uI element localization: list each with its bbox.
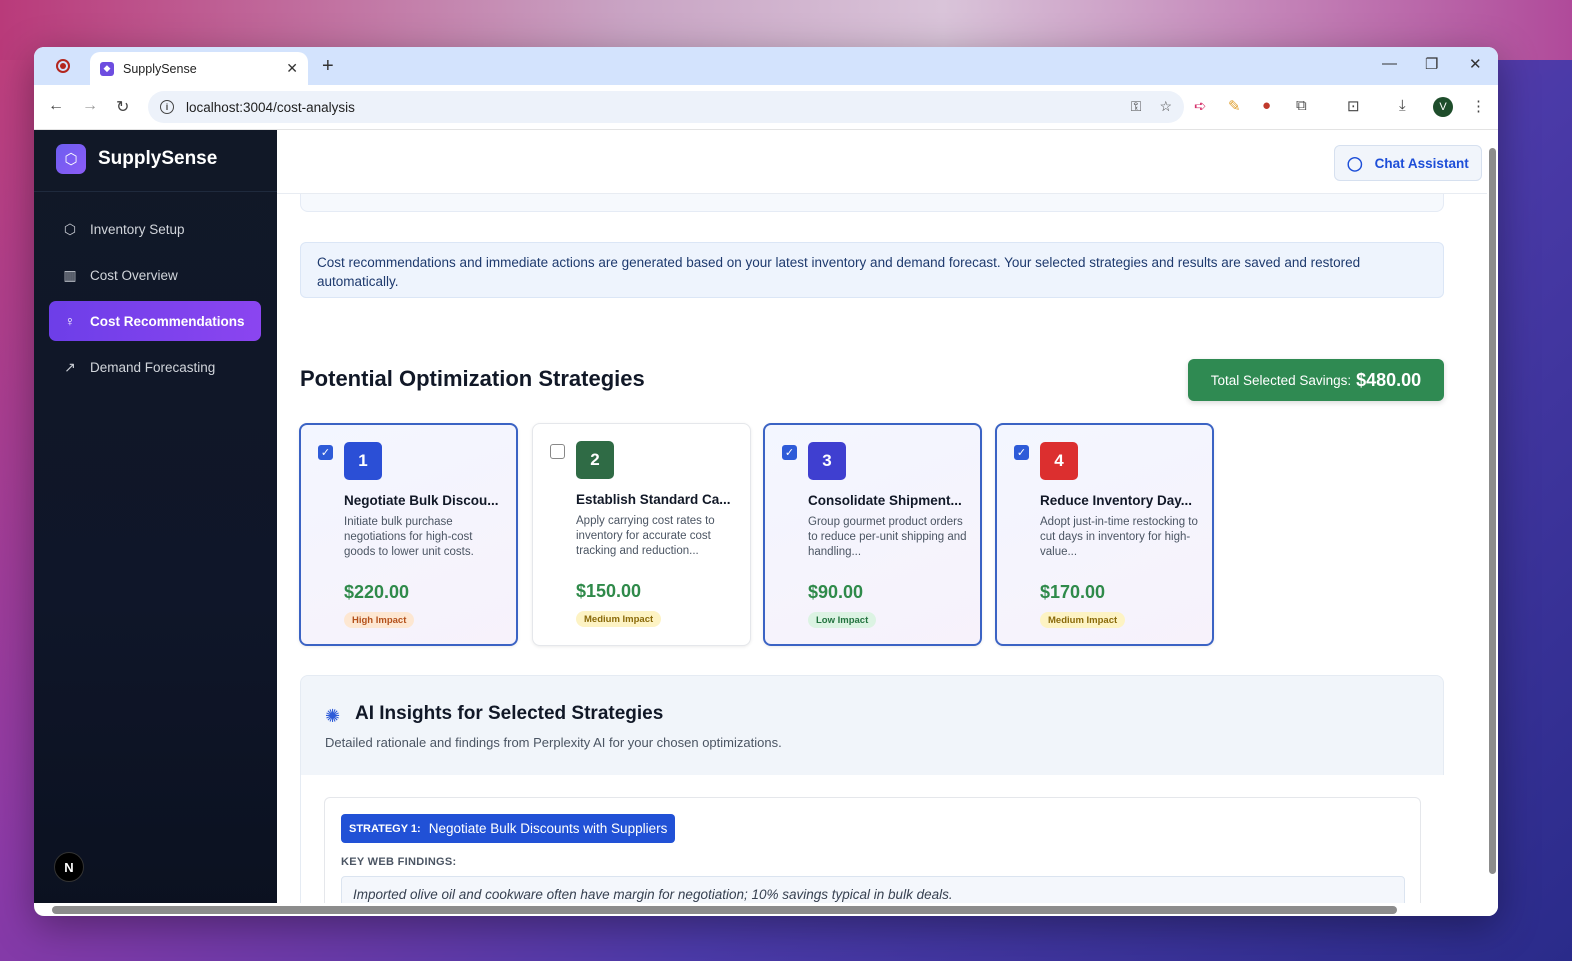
total-savings-badge: Total Selected Savings: $480.00	[1188, 359, 1444, 401]
strategy-insight-card: STRATEGY 1: Negotiate Bulk Discounts wit…	[324, 797, 1421, 916]
browser-window: ◆ SupplySense ✕ + — ❐ ✕ ← → ↻ i localhos…	[34, 47, 1498, 916]
trend-up-icon: ↗	[64, 358, 76, 375]
browser-tab[interactable]: ◆ SupplySense ✕	[90, 52, 308, 85]
back-icon[interactable]: ←	[48, 97, 64, 115]
brain-icon: ✺	[325, 706, 341, 726]
chat-bubble-icon: ◯	[1347, 154, 1363, 171]
savings-value: $480.00	[1356, 369, 1422, 390]
strategy-checkbox[interactable]: ✓	[318, 445, 333, 460]
previous-panel	[300, 194, 1444, 212]
nextjs-badge[interactable]: N	[54, 852, 84, 882]
strategy-number: 3	[808, 442, 846, 480]
chat-assistant-button[interactable]: ◯ Chat Assistant	[1334, 145, 1482, 181]
menu-kebab-icon[interactable]: ⋮	[1471, 97, 1486, 115]
tab-strip: ◆ SupplySense ✕ + — ❐ ✕	[34, 47, 1498, 85]
address-bar-row: ← → ↻ i localhost:3004/cost-analysis ⚿ ☆…	[34, 85, 1498, 130]
strategy-description: Group gourmet product orders to reduce p…	[808, 516, 967, 558]
strategy-title: Reduce Inventory Day...	[1040, 493, 1193, 508]
chat-assistant-label: Chat Assistant	[1374, 155, 1469, 171]
sidebar: ⬡ SupplySense ⬡ Inventory Setup ▥ Cost O…	[34, 130, 277, 916]
minimize-icon[interactable]: —	[1382, 55, 1397, 72]
cube-icon: ◆	[100, 61, 114, 76]
strategy-checkbox[interactable]	[550, 444, 565, 459]
findings-label: KEY WEB FINDINGS:	[341, 856, 457, 868]
vertical-scroll-thumb[interactable]	[1489, 148, 1496, 874]
tab-search-icon[interactable]: ⊡	[1347, 97, 1360, 115]
savings-label: Total Selected Savings:	[1210, 372, 1352, 388]
sidebar-item-cost-overview[interactable]: ▥ Cost Overview	[49, 255, 261, 295]
strategy-tag: STRATEGY 1:	[349, 822, 421, 835]
sidebar-item-label: Demand Forecasting	[90, 359, 216, 375]
forward-icon[interactable]: →	[82, 97, 98, 115]
new-tab-button[interactable]: +	[322, 55, 334, 78]
strategy-title: Negotiate Bulk Discou...	[344, 493, 499, 508]
lightbulb-icon: ♀	[64, 313, 76, 329]
ai-insights-panel: ✺ AI Insights for Selected Strategies De…	[300, 675, 1445, 916]
strategy-number: 4	[1040, 442, 1078, 480]
strategy-card[interactable]: ✓ 3 Consolidate Shipment... Group gourme…	[763, 423, 982, 646]
strategy-savings: $170.00	[1040, 582, 1106, 602]
tab-title: SupplySense	[123, 61, 197, 76]
site-info-icon[interactable]: i	[160, 100, 174, 114]
strategy-card[interactable]: ✓ 1 Negotiate Bulk Discou... Initiate bu…	[299, 423, 518, 646]
strategy-savings: $220.00	[344, 582, 410, 602]
strategy-card[interactable]: ✓ 4 Reduce Inventory Day... Adopt just-i…	[995, 423, 1214, 646]
url-bar[interactable]: i localhost:3004/cost-analysis ⚿ ☆	[148, 91, 1184, 123]
impact-badge: Low Impact	[808, 612, 877, 628]
extension-pen-icon[interactable]: ✎	[1228, 97, 1241, 115]
strategy-savings: $150.00	[576, 581, 642, 601]
reload-icon[interactable]: ↻	[116, 97, 129, 117]
section-title: Potential Optimization Strategies	[300, 366, 645, 391]
box-icon: ⬡	[63, 220, 77, 237]
strategy-checkbox[interactable]: ✓	[782, 445, 797, 460]
url-text: localhost:3004/cost-analysis	[186, 99, 355, 115]
impact-badge: High Impact	[344, 612, 415, 628]
download-icon[interactable]: ⤓	[1399, 97, 1406, 114]
profile-avatar[interactable]: V	[1433, 97, 1453, 117]
sidebar-item-label: Cost Overview	[90, 267, 178, 283]
sidebar-item-cost-recommendations[interactable]: ♀ Cost Recommendations	[49, 301, 261, 341]
close-window-icon[interactable]: ✕	[1469, 55, 1482, 73]
divider	[34, 191, 277, 192]
strategy-title: Consolidate Shipment...	[808, 493, 962, 508]
horizontal-scrollbar[interactable]	[34, 903, 1487, 916]
bookmark-star-icon[interactable]: ☆	[1159, 98, 1172, 115]
vertical-scrollbar[interactable]	[1487, 130, 1498, 916]
sidebar-item-label: Inventory Setup	[90, 221, 185, 237]
brand-name: SupplySense	[98, 148, 218, 169]
cube-logo-icon: ⬡	[56, 144, 86, 174]
ai-insights-title: AI Insights for Selected Strategies	[355, 703, 664, 724]
strategy-number: 2	[576, 441, 614, 479]
strategy-card[interactable]: 2 Establish Standard Ca... Apply carryin…	[532, 423, 751, 646]
strategy-title: Establish Standard Ca...	[576, 492, 731, 507]
top-bar: ◯ Chat Assistant	[277, 130, 1487, 194]
ai-insights-subtitle: Detailed rationale and findings from Per…	[325, 735, 782, 750]
sidebar-item-inventory-setup[interactable]: ⬡ Inventory Setup	[49, 209, 261, 249]
ai-insights-body: STRATEGY 1: Negotiate Bulk Discounts wit…	[301, 775, 1445, 916]
sidebar-item-label: Cost Recommendations	[90, 313, 245, 329]
horizontal-scroll-thumb[interactable]	[52, 906, 1397, 914]
strategy-pill: STRATEGY 1: Negotiate Bulk Discounts wit…	[341, 814, 676, 843]
main-content: ◯ Chat Assistant Cost recommendations an…	[277, 130, 1487, 916]
strategy-savings: $90.00	[808, 582, 864, 602]
strategy-description: Adopt just-in-time restocking to cut day…	[1040, 516, 1198, 558]
strategy-checkbox[interactable]: ✓	[1014, 445, 1029, 460]
recording-icon[interactable]	[56, 59, 70, 73]
extensions-puzzle-icon[interactable]: ⧉	[1296, 97, 1307, 114]
password-key-icon[interactable]: ⚿	[1131, 98, 1142, 115]
impact-badge: Medium Impact	[1040, 612, 1126, 628]
bar-chart-icon: ▥	[63, 266, 77, 283]
close-tab-icon[interactable]: ✕	[286, 60, 298, 77]
impact-badge: Medium Impact	[576, 611, 662, 627]
sidebar-item-demand-forecasting[interactable]: ↗ Demand Forecasting	[49, 347, 261, 387]
strategy-description: Apply carrying cost rates to inventory f…	[576, 515, 715, 557]
strategy-description: Initiate bulk purchase negotiations for …	[344, 516, 474, 558]
extension-arrow-icon[interactable]: ➪	[1194, 97, 1207, 115]
info-banner: Cost recommendations and immediate actio…	[300, 242, 1444, 298]
brand[interactable]: ⬡ SupplySense	[56, 144, 217, 174]
restore-icon[interactable]: ❐	[1425, 55, 1438, 73]
extension-circle-icon[interactable]: ●	[1262, 97, 1271, 114]
strategy-number: 1	[344, 442, 382, 480]
strategy-name: Negotiate Bulk Discounts with Suppliers	[428, 821, 668, 836]
